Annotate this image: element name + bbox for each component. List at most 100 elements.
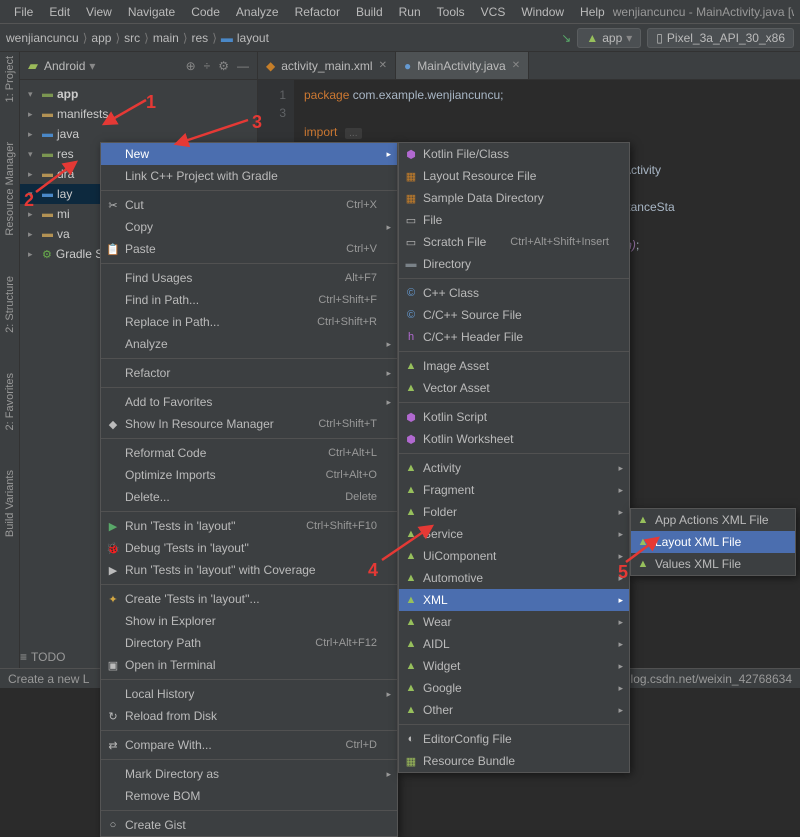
new-item[interactable]: ⬢Kotlin Worksheet (399, 428, 629, 450)
ctx-item[interactable]: ◆Show In Resource ManagerCtrl+Shift+T (101, 413, 397, 435)
ctx-item[interactable]: 🐞Debug 'Tests in 'layout'' (101, 537, 397, 559)
new-item[interactable]: ▭File (399, 209, 629, 231)
new-item[interactable]: ▬Directory (399, 253, 629, 275)
ctx-item[interactable]: Show in Explorer (101, 610, 397, 632)
ctx-item[interactable]: Delete...Delete (101, 486, 397, 508)
ctx-item[interactable]: ⇄Compare With...Ctrl+D (101, 734, 397, 756)
crumb[interactable]: res (192, 31, 209, 45)
menu-build[interactable]: Build (348, 2, 391, 22)
xml-item[interactable]: ▲Layout XML File (631, 531, 795, 553)
crumb[interactable]: main (153, 31, 179, 45)
rail-build-variants[interactable]: Build Variants (4, 470, 16, 537)
menu-edit[interactable]: Edit (41, 2, 78, 22)
ctx-item[interactable]: ▶Run 'Tests in 'layout'' with Coverage (101, 559, 397, 581)
new-item[interactable]: ©C/C++ Source File (399, 304, 629, 326)
new-item[interactable]: hC/C++ Header File (399, 326, 629, 348)
menu-run[interactable]: Run (391, 2, 429, 22)
new-item[interactable]: ▭Scratch FileCtrl+Alt+Shift+Insert (399, 231, 629, 253)
new-item[interactable]: ▲XML▸ (399, 589, 629, 611)
crumb[interactable]: wenjiancuncu (6, 31, 79, 45)
menu-window[interactable]: Window (513, 2, 572, 22)
ctx-item[interactable]: ✦Create 'Tests in 'layout''... (101, 588, 397, 610)
new-item[interactable]: ▦Layout Resource File (399, 165, 629, 187)
new-item[interactable]: ▲Wear▸ (399, 611, 629, 633)
tree-java[interactable]: ▸▬java (20, 124, 257, 144)
gear-icon[interactable]: ⚙ (218, 59, 229, 73)
tree-manifests[interactable]: ▸▬manifests (20, 104, 257, 124)
ctx-item[interactable]: ○Create Gist (101, 814, 397, 836)
ctx-item[interactable]: ▣Open in Terminal (101, 654, 397, 676)
ctx-item[interactable]: New▸ (101, 143, 397, 165)
tree-app[interactable]: ▾▬app (20, 84, 257, 104)
ctx-item[interactable]: Optimize ImportsCtrl+Alt+O (101, 464, 397, 486)
menu-refactor[interactable]: Refactor (287, 2, 348, 22)
new-item[interactable]: ▲Folder▸ (399, 501, 629, 523)
new-item[interactable]: ▲UiComponent▸ (399, 545, 629, 567)
new-item[interactable]: ©C++ Class (399, 282, 629, 304)
close-icon[interactable]: ✕ (379, 60, 387, 71)
rail-project[interactable]: 1: Project (4, 56, 16, 102)
ctx-item[interactable]: Replace in Path...Ctrl+Shift+R (101, 311, 397, 333)
crumb[interactable]: src (124, 31, 140, 45)
new-item[interactable]: ⬢Kotlin File/Class (399, 143, 629, 165)
todo-tab[interactable]: ≡ TODO (20, 650, 65, 664)
crumb[interactable]: layout (237, 31, 269, 45)
new-item[interactable]: ▦Sample Data Directory (399, 187, 629, 209)
ctx-item[interactable]: Find in Path...Ctrl+Shift+F (101, 289, 397, 311)
new-item[interactable]: ▲Google▸ (399, 677, 629, 699)
new-item[interactable]: ▲Activity▸ (399, 457, 629, 479)
rail-resource-mgr[interactable]: Resource Manager (4, 142, 16, 236)
ctx-item[interactable]: Find UsagesAlt+F7 (101, 267, 397, 289)
ctx-item[interactable]: Remove BOM (101, 785, 397, 807)
xml-item[interactable]: ▲Values XML File (631, 553, 795, 575)
ctx-item[interactable]: ↻Reload from Disk (101, 705, 397, 727)
menu-file[interactable]: File (6, 2, 41, 22)
device-select[interactable]: ▯Pixel_3a_API_30_x86 (647, 28, 794, 48)
android-icon: ▰ (28, 58, 38, 74)
menu-vcs[interactable]: VCS (473, 2, 514, 22)
ctx-item[interactable]: Analyze▸ (101, 333, 397, 355)
menu-code[interactable]: Code (183, 2, 228, 22)
new-item[interactable]: ◐EditorConfig File (399, 728, 629, 750)
close-icon[interactable]: ✕ (512, 60, 520, 71)
new-item[interactable]: ⬢Kotlin Script (399, 406, 629, 428)
crumb[interactable]: app (91, 31, 111, 45)
menu-navigate[interactable]: Navigate (120, 2, 183, 22)
divider-icon[interactable]: ÷ (204, 59, 211, 73)
menu-view[interactable]: View (78, 2, 120, 22)
new-item[interactable]: ▦Resource Bundle (399, 750, 629, 772)
sync-icon[interactable]: ↘ (561, 31, 571, 45)
ctx-item[interactable]: ▶Run 'Tests in 'layout''Ctrl+Shift+F10 (101, 515, 397, 537)
new-item[interactable]: ▲Vector Asset (399, 377, 629, 399)
ctx-item[interactable]: Refactor▸ (101, 362, 397, 384)
new-item[interactable]: ▲Other▸ (399, 699, 629, 721)
ctx-item[interactable]: Mark Directory as▸ (101, 763, 397, 785)
ctx-item[interactable]: Reformat CodeCtrl+Alt+L (101, 442, 397, 464)
tab-mainactivity[interactable]: ●MainActivity.java✕ (396, 52, 529, 79)
new-item[interactable]: ▲Widget▸ (399, 655, 629, 677)
ctx-item[interactable]: 📋PasteCtrl+V (101, 238, 397, 260)
menu-analyze[interactable]: Analyze (228, 2, 287, 22)
menu-help[interactable]: Help (572, 2, 613, 22)
menu-tools[interactable]: Tools (429, 2, 473, 22)
left-tool-rail: 1: Project Resource Manager 2: Structure… (0, 52, 20, 668)
rail-structure[interactable]: 2: Structure (4, 276, 16, 333)
ctx-item[interactable]: Add to Favorites▸ (101, 391, 397, 413)
new-item[interactable]: ▲Image Asset (399, 355, 629, 377)
ctx-item[interactable]: Local History▸ (101, 683, 397, 705)
ctx-item[interactable]: ✂CutCtrl+X (101, 194, 397, 216)
ctx-item[interactable]: Link C++ Project with Gradle (101, 165, 397, 187)
new-item[interactable]: ▲Service▸ (399, 523, 629, 545)
collapse-icon[interactable]: — (237, 59, 249, 73)
xml-item[interactable]: ▲App Actions XML File (631, 509, 795, 531)
ctx-item[interactable]: Directory PathCtrl+Alt+F12 (101, 632, 397, 654)
target-icon[interactable]: ⊕ (186, 59, 196, 73)
rail-favorites[interactable]: 2: Favorites (4, 373, 16, 430)
tab-activity-main[interactable]: ◆activity_main.xml✕ (258, 52, 396, 79)
new-item[interactable]: ▲Fragment▸ (399, 479, 629, 501)
new-item[interactable]: ▲Automotive▸ (399, 567, 629, 589)
new-item[interactable]: ▲AIDL▸ (399, 633, 629, 655)
run-config[interactable]: ▲app▾ (577, 28, 641, 48)
sidebar-scope[interactable]: Android (44, 59, 85, 73)
ctx-item[interactable]: Copy▸ (101, 216, 397, 238)
